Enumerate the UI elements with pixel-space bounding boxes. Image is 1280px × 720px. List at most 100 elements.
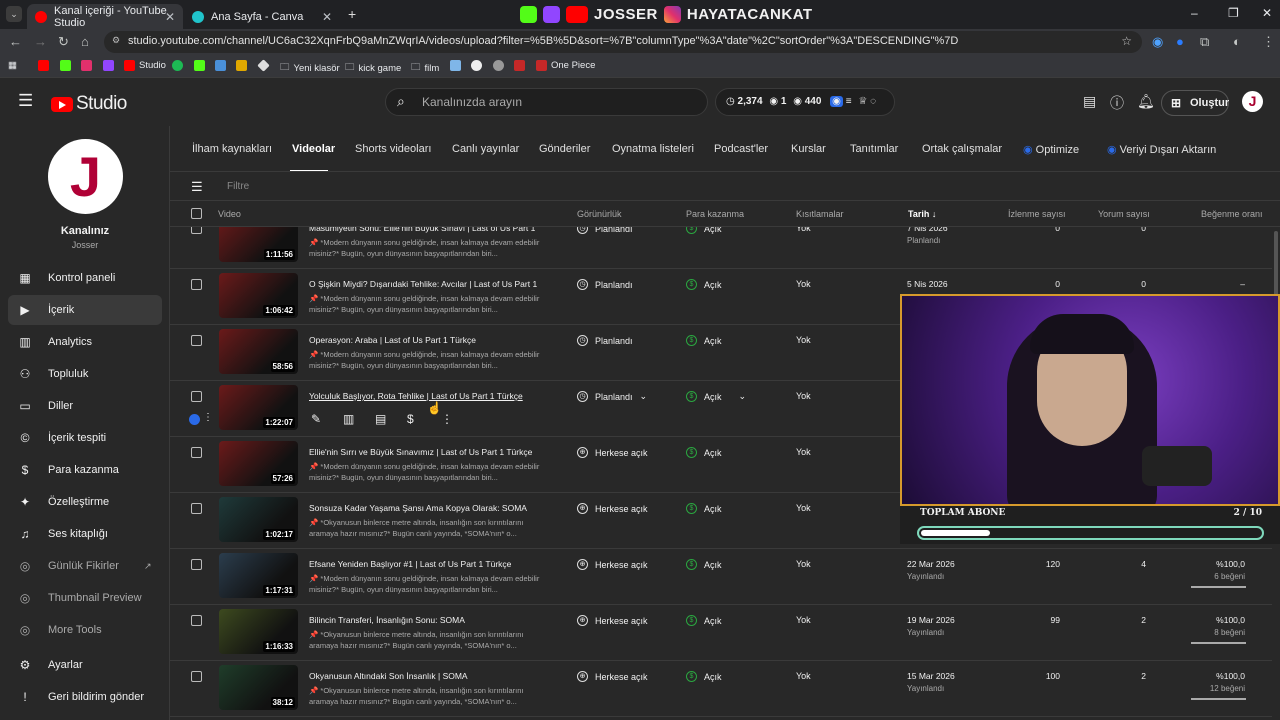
browser-tab-youtube-studio[interactable]: Kanal içeriği - YouTube Studio ✕ bbox=[27, 4, 183, 29]
forward-icon[interactable]: → bbox=[34, 34, 47, 49]
tab-posts[interactable]: Gönderiler bbox=[539, 143, 590, 155]
column-date[interactable]: Tarih ↓ bbox=[908, 209, 936, 219]
minimize-icon[interactable]: – bbox=[1191, 6, 1198, 20]
video-title[interactable]: Sonsuza Kadar Yaşama Şansı Ama Kopya Ola… bbox=[309, 503, 527, 513]
home-icon[interactable]: ⌂ bbox=[81, 34, 89, 49]
column-comments[interactable]: Yorum sayısı bbox=[1098, 209, 1150, 219]
edit-pencil-icon[interactable]: ✎ bbox=[311, 412, 321, 426]
video-thumbnail[interactable]: 1:11:56 bbox=[219, 227, 298, 262]
column-views[interactable]: İzlenme sayısı bbox=[1008, 209, 1066, 219]
sidebar-item-customization[interactable]: ✦ Özelleştirme bbox=[8, 487, 162, 517]
tab-podcasts[interactable]: Podcast'ler bbox=[714, 143, 768, 155]
row-checkbox[interactable] bbox=[191, 559, 202, 570]
bookmark-one-piece[interactable]: One Piece bbox=[536, 60, 595, 71]
row-checkbox[interactable] bbox=[191, 615, 202, 626]
visibility-cell[interactable]: ⊕ Herkese açık bbox=[577, 559, 648, 570]
tab-courses[interactable]: Kurslar bbox=[791, 143, 826, 155]
new-tab-icon[interactable]: + bbox=[348, 6, 356, 22]
account-avatar[interactable]: J bbox=[1242, 91, 1263, 112]
apps-grid-icon[interactable]: ▦ bbox=[8, 60, 17, 71]
bookmark-kick2[interactable] bbox=[194, 60, 205, 71]
bookmark-ext[interactable] bbox=[493, 60, 504, 71]
profile-icon[interactable]: ◐ bbox=[1233, 34, 1241, 49]
video-thumbnail[interactable]: 1:06:42 bbox=[219, 273, 298, 318]
visibility-cell[interactable]: ⊕ Herkese açık bbox=[577, 503, 648, 514]
select-all-checkbox[interactable] bbox=[191, 208, 202, 219]
close-tab-icon[interactable]: ✕ bbox=[322, 10, 332, 24]
comments-icon[interactable]: ▤ bbox=[375, 412, 386, 426]
sidebar-item-audio-library[interactable]: ♫ Ses kitaplığı bbox=[8, 519, 162, 549]
bookmark-ext[interactable] bbox=[215, 60, 226, 71]
monetization-cell[interactable]: $ Açık bbox=[686, 503, 722, 514]
video-title[interactable]: Okyanusun Altındaki Son İnsanlık | SOMA bbox=[309, 671, 468, 681]
sidebar-item-dashboard[interactable]: ▦ Kontrol paneli bbox=[8, 263, 162, 293]
filter-input[interactable]: Filtre bbox=[227, 181, 249, 192]
visibility-cell[interactable]: ⊕ Herkese açık bbox=[577, 671, 648, 682]
video-title[interactable]: Yolculuk Başlıyor, Rota Tehlike | Last o… bbox=[309, 391, 523, 401]
sidebar-item-analytics[interactable]: ▥ Analytics bbox=[8, 327, 162, 357]
column-restrictions[interactable]: Kısıtlamalar bbox=[796, 209, 844, 219]
video-title[interactable]: Masumiyetin Sonu: Ellie'nin Büyük Sınavı… bbox=[309, 227, 535, 233]
sidebar-item-languages[interactable]: ▭ Diller bbox=[8, 391, 162, 421]
table-row[interactable]: 1:11:56 Masumiyetin Sonu: Ellie'nin Büyü… bbox=[170, 227, 1272, 269]
options-dots-icon[interactable]: ⋮ bbox=[441, 412, 453, 426]
extension-icon[interactable]: ◉ bbox=[1152, 34, 1163, 50]
sidebar-item-feedback[interactable]: ! Geri bildirim gönder bbox=[8, 682, 162, 712]
tab-search-icon[interactable]: ⌄ bbox=[6, 6, 22, 22]
bookmark-ext[interactable] bbox=[450, 60, 461, 71]
tab-export-data[interactable]: ◉ Veriyi Dışarı Aktarın bbox=[1107, 143, 1216, 156]
extensions-puzzle-icon[interactable]: ⧉ bbox=[1200, 34, 1209, 50]
video-thumbnail[interactable]: 57:26 bbox=[219, 441, 298, 486]
video-thumbnail[interactable]: 1:16:33 bbox=[219, 609, 298, 654]
bookmark-ext[interactable] bbox=[514, 60, 525, 71]
monetization-icon[interactable]: $ bbox=[407, 412, 414, 426]
tab-live[interactable]: Canlı yayınlar bbox=[452, 143, 519, 155]
bookmark-folder-yeni[interactable]: 🗀 Yeni klasör bbox=[280, 60, 340, 76]
visibility-cell[interactable]: ⊕ Herkese açık bbox=[577, 615, 648, 626]
video-thumbnail[interactable]: 38:12 bbox=[219, 665, 298, 710]
video-title[interactable]: Bilincin Transferi, İnsanlığın Sonu: SOM… bbox=[309, 615, 465, 625]
tab-shorts[interactable]: Shorts videoları bbox=[355, 143, 431, 155]
monetization-cell[interactable]: $ Açık bbox=[686, 227, 722, 234]
monetization-cell[interactable]: $ Açık bbox=[686, 671, 722, 682]
table-row[interactable]: 1:17:31 Efsane Yeniden Başlıyor #1 | Las… bbox=[170, 549, 1272, 605]
row-checkbox[interactable] bbox=[191, 391, 202, 402]
filter-icon[interactable]: ☰ bbox=[191, 179, 203, 195]
column-monetization[interactable]: Para kazanma bbox=[686, 209, 744, 219]
bookmark-folder-kick[interactable]: 🗀 kick game bbox=[345, 60, 401, 76]
bookmark-folder-film[interactable]: 🗀 film bbox=[411, 60, 439, 76]
column-like-ratio[interactable]: Beğenme oranı bbox=[1201, 209, 1263, 219]
extension-icon[interactable]: ● bbox=[1176, 34, 1184, 49]
analytics-icon[interactable]: ▥ bbox=[343, 412, 354, 426]
table-row[interactable]: 1:16:33 Bilincin Transferi, İnsanlığın S… bbox=[170, 605, 1272, 661]
hamburger-menu-icon[interactable]: ☰ bbox=[18, 91, 33, 111]
sidebar-item-daily-ideas[interactable]: ◎ Günlük Fikirler ↗ bbox=[8, 551, 162, 581]
notifications-icon[interactable]: 🔔︎ bbox=[1137, 93, 1155, 110]
video-title[interactable]: Ellie'nin Sırrı ve Büyük Sınavımız | Las… bbox=[309, 447, 532, 457]
sidebar-item-thumbnail-preview[interactable]: ◎ Thumbnail Preview bbox=[8, 583, 162, 613]
sidebar-item-more-tools[interactable]: ◎ More Tools bbox=[8, 615, 162, 645]
channel-search-input[interactable]: ⌕ Kanalınızda arayın bbox=[385, 88, 708, 116]
row-checkbox[interactable] bbox=[191, 335, 202, 346]
visibility-cell[interactable]: ◷ Planlandı bbox=[577, 227, 633, 234]
monetization-cell[interactable]: $ Açık bbox=[686, 559, 722, 570]
column-visibility[interactable]: Görünürlük bbox=[577, 209, 622, 219]
visibility-cell[interactable]: ⊕ Herkese açık bbox=[577, 447, 648, 458]
bookmark-instagram[interactable] bbox=[81, 60, 92, 71]
bookmark-ext[interactable] bbox=[257, 59, 270, 72]
row-checkbox[interactable] bbox=[191, 503, 202, 514]
help-icon[interactable]: ⓘ bbox=[1110, 93, 1124, 113]
channel-avatar[interactable]: J bbox=[48, 139, 123, 214]
bookmark-star-icon[interactable]: ☆ bbox=[1121, 34, 1132, 48]
sidebar-item-monetization[interactable]: $ Para kazanma bbox=[8, 455, 162, 485]
bookmark-ext[interactable] bbox=[236, 60, 247, 71]
video-title[interactable]: Operasyon: Araba | Last of Us Part 1 Tür… bbox=[309, 335, 476, 345]
row-checkbox[interactable] bbox=[191, 279, 202, 290]
tab-playlists[interactable]: Oynatma listeleri bbox=[612, 143, 694, 155]
video-thumbnail[interactable]: 1:02:17 bbox=[219, 497, 298, 542]
sidebar-item-settings[interactable]: ⚙ Ayarlar bbox=[8, 650, 162, 680]
table-row[interactable]: 38:12 Okyanusun Altındaki Son İnsanlık |… bbox=[170, 661, 1272, 717]
studio-logo[interactable]: Studio bbox=[51, 93, 127, 115]
feedback-icon[interactable]: ▤ bbox=[1083, 93, 1096, 110]
reload-icon[interactable]: ↻ bbox=[58, 34, 69, 50]
